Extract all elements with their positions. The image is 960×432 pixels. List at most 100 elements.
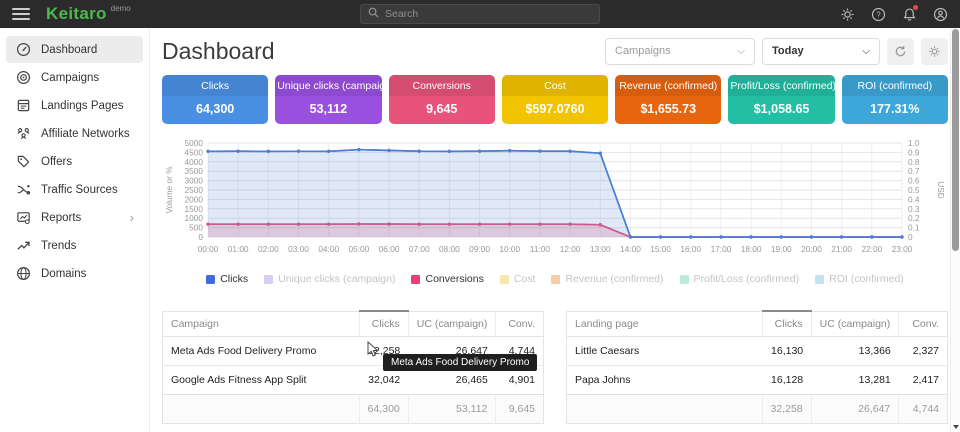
search-input[interactable] bbox=[385, 8, 592, 20]
sidebar-item-label: Domains bbox=[41, 268, 86, 280]
svg-text:0: 0 bbox=[198, 232, 203, 242]
sidebar-item-label: Offers bbox=[41, 156, 72, 168]
column-header-campaign[interactable]: Campaign bbox=[163, 311, 360, 337]
sidebar-item-label: Campaigns bbox=[41, 72, 99, 84]
gear-icon bbox=[928, 45, 941, 58]
legend-swatch bbox=[206, 275, 215, 284]
column-header-clicks[interactable]: Clicks bbox=[762, 311, 811, 337]
legend-item-roi-confirmed[interactable]: ROI (confirmed) bbox=[815, 273, 904, 285]
svg-text:0.8: 0.8 bbox=[908, 157, 920, 167]
legend-item-unique-clicks-campaign[interactable]: Unique clicks (campaign) bbox=[264, 273, 395, 285]
svg-text:08:00: 08:00 bbox=[439, 244, 460, 254]
sidebar-item-domains[interactable]: Domains bbox=[6, 260, 143, 287]
svg-text:4500: 4500 bbox=[185, 147, 204, 157]
sidebar-item-reports[interactable]: Reports › bbox=[6, 204, 143, 231]
app-logo[interactable]: Keitarodemo bbox=[46, 4, 131, 24]
totals-row: 64,30053,1129,645 bbox=[163, 395, 544, 424]
chevron-down-icon: ⌵ bbox=[727, 46, 745, 57]
value-cell: 2,327 bbox=[899, 337, 948, 366]
scroll-down-arrow[interactable] bbox=[953, 425, 959, 429]
column-header-clicks[interactable]: Clicks bbox=[359, 311, 408, 337]
column-header-uc-campaign[interactable]: UC (campaign) bbox=[408, 311, 496, 337]
stat-cards-row: Clicks 64,300 Unique clicks (campaign) 5… bbox=[162, 75, 948, 124]
svg-text:21:00: 21:00 bbox=[831, 244, 852, 254]
svg-text:0: 0 bbox=[908, 232, 913, 242]
column-header-conv[interactable]: Conv. bbox=[899, 311, 948, 337]
column-header-landing-page[interactable]: Landing page bbox=[567, 311, 763, 337]
tooltip: Meta Ads Food Delivery Promo bbox=[383, 354, 537, 371]
sidebar-item-campaigns[interactable]: Campaigns bbox=[6, 64, 143, 91]
notifications-bell-icon[interactable] bbox=[901, 6, 917, 22]
column-header-conv[interactable]: Conv. bbox=[496, 311, 544, 337]
stat-card-label: ROI (confirmed) bbox=[842, 75, 948, 96]
svg-text:22:00: 22:00 bbox=[861, 244, 882, 254]
legend-swatch bbox=[411, 275, 420, 284]
svg-text:17:00: 17:00 bbox=[711, 244, 732, 254]
column-header-uc-campaign[interactable]: UC (campaign) bbox=[811, 311, 899, 337]
sidebar-item-label: Landings Pages bbox=[41, 100, 123, 112]
legend-item-cost[interactable]: Cost bbox=[500, 273, 536, 285]
stat-card-conversions: Conversions 9,645 bbox=[389, 75, 495, 124]
svg-text:2000: 2000 bbox=[185, 194, 204, 204]
legend-swatch bbox=[815, 275, 824, 284]
legend-label: Unique clicks (campaign) bbox=[278, 273, 395, 285]
search-box[interactable] bbox=[360, 4, 600, 24]
stat-card-label: Clicks bbox=[162, 75, 268, 96]
refresh-icon bbox=[894, 45, 907, 58]
stat-card-value: $597.0760 bbox=[502, 96, 608, 124]
svg-text:0.1: 0.1 bbox=[908, 223, 920, 233]
scrollbar-thumb[interactable] bbox=[952, 29, 959, 251]
legend-label: Cost bbox=[514, 273, 536, 285]
account-icon[interactable] bbox=[932, 6, 948, 22]
legend-item-profit-loss-confirmed[interactable]: Profit/Loss (confirmed) bbox=[680, 273, 800, 285]
legend-item-conversions[interactable]: Conversions bbox=[411, 273, 483, 285]
sidebar-item-offers[interactable]: Offers bbox=[6, 148, 143, 175]
legend-item-clicks[interactable]: Clicks bbox=[206, 273, 248, 285]
search-icon bbox=[368, 5, 379, 23]
row-label-cell: Meta Ads Food Delivery Promo bbox=[163, 337, 360, 366]
sidebar-item-traffic-sources[interactable]: Traffic Sources bbox=[6, 176, 143, 203]
dashboard-settings-button[interactable] bbox=[921, 38, 948, 65]
settings-gear-icon[interactable] bbox=[839, 6, 855, 22]
landing-pages-table: Landing pageClicksUC (campaign)Conv.Litt… bbox=[566, 310, 948, 424]
stat-card-label: Unique clicks (campaign) bbox=[275, 75, 381, 96]
help-icon[interactable]: ? bbox=[870, 6, 886, 22]
refresh-button[interactable] bbox=[887, 38, 914, 65]
chart-svg: 0500100015002000250030003500400045005000… bbox=[162, 137, 948, 265]
vertical-scrollbar[interactable] bbox=[950, 28, 960, 432]
date-range-select[interactable]: Today ⌵ bbox=[762, 38, 880, 65]
top-bar: Keitarodemo ? bbox=[0, 0, 960, 28]
menu-icon[interactable] bbox=[12, 8, 30, 20]
sidebar: Dashboard Campaigns Landings Pages Affil… bbox=[0, 28, 150, 432]
mouse-cursor bbox=[367, 341, 380, 363]
value-cell: 13,366 bbox=[811, 337, 899, 366]
svg-text:1500: 1500 bbox=[185, 204, 204, 214]
totals-row: 32,25826,6474,744 bbox=[567, 395, 948, 424]
stat-card-value: 64,300 bbox=[162, 96, 268, 124]
sidebar-item-affiliate-networks[interactable]: Affiliate Networks bbox=[6, 120, 143, 147]
summary-tables: CampaignClicksUC (campaign)Conv.Meta Ads… bbox=[162, 310, 948, 424]
svg-text:USD: USD bbox=[936, 181, 946, 199]
svg-text:10:00: 10:00 bbox=[499, 244, 520, 254]
legend-label: Profit/Loss (confirmed) bbox=[694, 273, 800, 285]
svg-text:4000: 4000 bbox=[185, 157, 204, 167]
svg-text:500: 500 bbox=[189, 223, 203, 233]
stat-card-label: Conversions bbox=[389, 75, 495, 96]
legend-item-revenue-confirmed[interactable]: Revenue (confirmed) bbox=[551, 273, 663, 285]
sidebar-item-trends[interactable]: Trends bbox=[6, 232, 143, 259]
table-row[interactable]: Little Caesars16,13013,3662,327 bbox=[567, 337, 948, 366]
legend-swatch bbox=[680, 275, 689, 284]
campaigns-filter-select[interactable]: Campaigns ⌵ bbox=[605, 38, 755, 65]
stat-card-value: $1,058.65 bbox=[728, 96, 834, 124]
sidebar-item-label: Affiliate Networks bbox=[41, 128, 130, 140]
chart-legend: Clicks Unique clicks (campaign) Conversi… bbox=[162, 273, 948, 285]
svg-text:12:00: 12:00 bbox=[560, 244, 581, 254]
stat-card-label: Profit/Loss (confirmed) bbox=[728, 75, 834, 96]
stat-card-profit-loss-confirmed: Profit/Loss (confirmed) $1,058.65 bbox=[728, 75, 834, 124]
svg-text:0.3: 0.3 bbox=[908, 204, 920, 214]
sidebar-item-landings-pages[interactable]: Landings Pages bbox=[6, 92, 143, 119]
legend-label: ROI (confirmed) bbox=[829, 273, 904, 285]
network-icon bbox=[15, 126, 31, 142]
sidebar-item-dashboard[interactable]: Dashboard bbox=[6, 36, 143, 63]
table-row[interactable]: Papa Johns16,12813,2812,417 bbox=[567, 366, 948, 395]
